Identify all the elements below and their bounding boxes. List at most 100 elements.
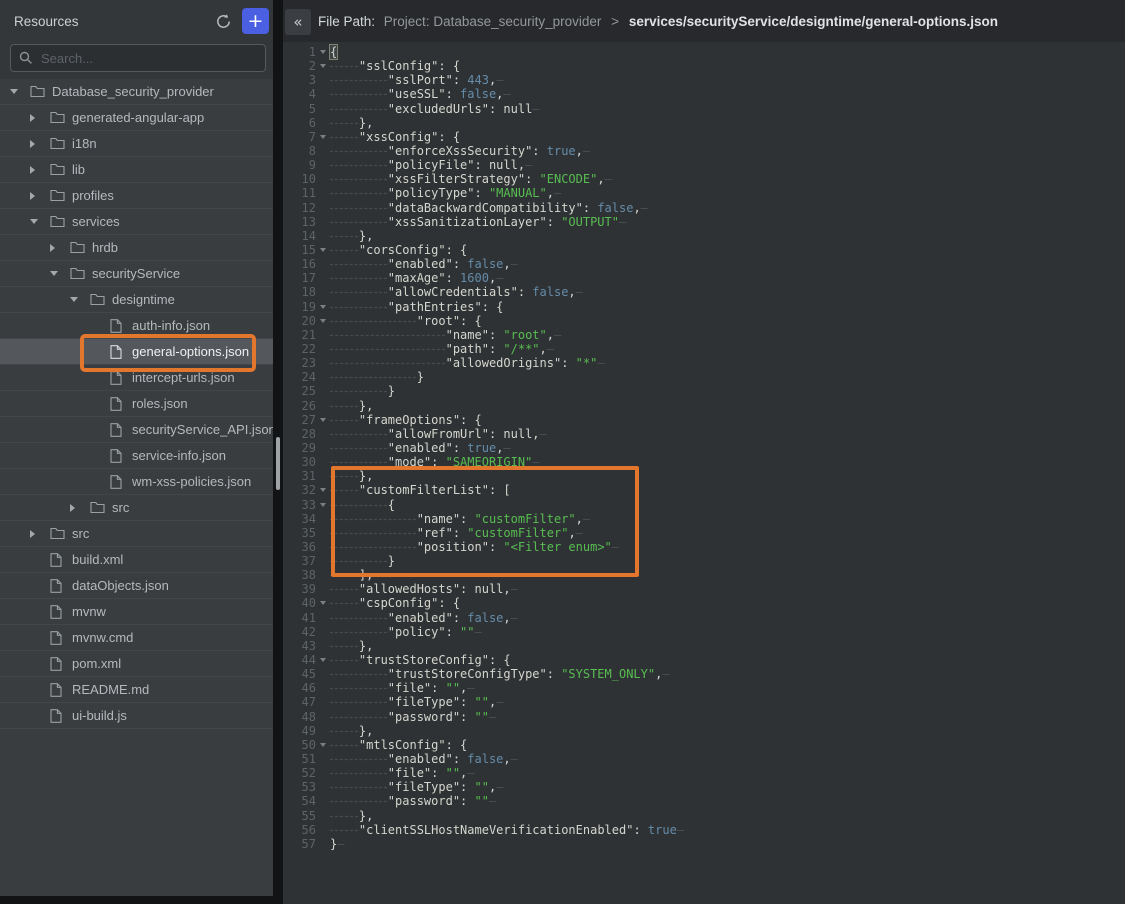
code-line[interactable]: "name": "root",–	[330, 328, 684, 342]
code-line[interactable]: {	[330, 498, 684, 512]
code-line[interactable]: "password": ""–	[330, 794, 684, 808]
chevron-right-icon[interactable]	[30, 192, 50, 200]
code-line[interactable]: "root": {	[330, 314, 684, 328]
code-line[interactable]: "allowFromUrl": null,–	[330, 427, 684, 441]
code-line[interactable]: "allowCredentials": false,–	[330, 285, 684, 299]
code-line[interactable]: "enabled": false,–	[330, 611, 684, 625]
code-line[interactable]: "policy": ""–	[330, 625, 684, 639]
code-line[interactable]: "xssConfig": {	[330, 130, 684, 144]
tree-item-src[interactable]: src	[0, 495, 273, 521]
chevron-right-icon[interactable]	[30, 114, 50, 122]
code-line[interactable]: "name": "customFilter",–	[330, 512, 684, 526]
code-line[interactable]: }	[330, 384, 684, 398]
tree-item-i18n[interactable]: i18n	[0, 131, 273, 157]
add-resource-button[interactable]: +	[242, 8, 269, 34]
chevron-right-icon[interactable]	[30, 140, 50, 148]
tree-item-profiles[interactable]: profiles	[0, 183, 273, 209]
tree-item-lib[interactable]: lib	[0, 157, 273, 183]
fold-toggle-icon[interactable]	[316, 243, 329, 257]
code-line[interactable]: "allowedHosts": null,–	[330, 582, 684, 596]
code-line[interactable]: "policyFile": null,–	[330, 158, 684, 172]
tree-item-services[interactable]: services	[0, 209, 273, 235]
code-line[interactable]: },	[330, 724, 684, 738]
fold-toggle-icon[interactable]	[316, 596, 329, 610]
tree-item-roles.json[interactable]: roles.json	[0, 391, 273, 417]
code-line[interactable]: },	[330, 469, 684, 483]
chevron-right-icon[interactable]	[30, 166, 50, 174]
code-line[interactable]: "fileType": "",–	[330, 780, 684, 794]
code-line[interactable]: "cspConfig": {	[330, 596, 684, 610]
code-line[interactable]: "clientSSLHostNameVerificationEnabled": …	[330, 823, 684, 837]
code-line[interactable]: "password": ""–	[330, 710, 684, 724]
code-line[interactable]: "xssSanitizationLayer": "OUTPUT"–	[330, 215, 684, 229]
code-editor[interactable]: 1234567891011121314151617181920212223242…	[283, 42, 1125, 904]
code-line[interactable]: "enforceXssSecurity": true,–	[330, 144, 684, 158]
code-line[interactable]: {	[330, 45, 684, 59]
tree-item-auth-info.json[interactable]: auth-info.json	[0, 313, 273, 339]
fold-toggle-icon[interactable]	[316, 498, 329, 512]
code-line[interactable]: "position": "<Filter enum>"–	[330, 540, 684, 554]
fold-toggle-icon[interactable]	[316, 738, 329, 752]
tree-item-mvnw.cmd[interactable]: mvnw.cmd	[0, 625, 273, 651]
chevron-down-icon[interactable]	[10, 89, 30, 94]
fold-toggle-icon[interactable]	[316, 59, 329, 73]
code-line[interactable]: "xssFilterStrategy": "ENCODE",–	[330, 172, 684, 186]
fold-toggle-icon[interactable]	[316, 130, 329, 144]
code-line[interactable]: },	[330, 399, 684, 413]
code-line[interactable]: "trustStoreConfigType": "SYSTEM_ONLY",–	[330, 667, 684, 681]
fold-toggle-icon[interactable]	[316, 45, 329, 59]
code-line[interactable]: "enabled": false,–	[330, 257, 684, 271]
code-line[interactable]: "sslPort": 443,–	[330, 73, 684, 87]
code-line[interactable]: },	[330, 229, 684, 243]
tree-item-src[interactable]: src	[0, 521, 273, 547]
code-line[interactable]: "enabled": false,–	[330, 752, 684, 766]
code-line[interactable]: },	[330, 639, 684, 653]
code-line[interactable]: "enabled": true,–	[330, 441, 684, 455]
code-line[interactable]: }	[330, 554, 684, 568]
code-line[interactable]: "dataBackwardCompatibility": false,–	[330, 201, 684, 215]
tree-item-service-info.json[interactable]: service-info.json	[0, 443, 273, 469]
scrollbar-thumb[interactable]	[276, 437, 280, 490]
code-line[interactable]: "ref": "customFilter",–	[330, 526, 684, 540]
code-line[interactable]: "frameOptions": {	[330, 413, 684, 427]
tree-item-designtime[interactable]: designtime	[0, 287, 273, 313]
code-line[interactable]: "mode": "SAMEORIGIN"–	[330, 455, 684, 469]
tree-item-mvnw[interactable]: mvnw	[0, 599, 273, 625]
fold-toggle-icon[interactable]	[316, 314, 329, 328]
collapse-panel-button[interactable]: «	[285, 9, 311, 35]
search-box[interactable]	[10, 44, 266, 72]
chevron-right-icon[interactable]	[30, 530, 50, 538]
tree-item-README.md[interactable]: README.md	[0, 677, 273, 703]
tree-item-wm-xss-policies.json[interactable]: wm-xss-policies.json	[0, 469, 273, 495]
tree-item-securityService[interactable]: securityService	[0, 261, 273, 287]
code-line[interactable]: "file": "",–	[330, 766, 684, 780]
tree-vertical-scrollbar[interactable]	[273, 0, 283, 904]
chevron-right-icon[interactable]	[70, 504, 90, 512]
tree-item-Database_security_provider[interactable]: Database_security_provider	[0, 79, 273, 105]
search-input[interactable]	[41, 51, 257, 66]
code-line[interactable]: "file": "",–	[330, 681, 684, 695]
code-line[interactable]: "allowedOrigins": "*"–	[330, 356, 684, 370]
code-line[interactable]: "mtlsConfig": {	[330, 738, 684, 752]
fold-toggle-icon[interactable]	[316, 653, 329, 667]
tree-item-intercept-urls.json[interactable]: intercept-urls.json	[0, 365, 273, 391]
tree-horizontal-scrollbar[interactable]	[0, 896, 273, 904]
code-line[interactable]: },	[330, 809, 684, 823]
code-line[interactable]: "policyType": "MANUAL",–	[330, 186, 684, 200]
chevron-down-icon[interactable]	[70, 297, 90, 302]
code-line[interactable]: "corsConfig": {	[330, 243, 684, 257]
code-line[interactable]: "excludedUrls": null–	[330, 102, 684, 116]
tree-item-pom.xml[interactable]: pom.xml	[0, 651, 273, 677]
code-line[interactable]: "trustStoreConfig": {	[330, 653, 684, 667]
code-line[interactable]: "fileType": "",–	[330, 695, 684, 709]
code-line[interactable]: "pathEntries": {	[330, 300, 684, 314]
tree-item-build.xml[interactable]: build.xml	[0, 547, 273, 573]
tree-item-securityService_API.json[interactable]: securityService_API.json	[0, 417, 273, 443]
fold-toggle-icon[interactable]	[316, 483, 329, 497]
tree-item-dataObjects.json[interactable]: dataObjects.json	[0, 573, 273, 599]
tree-item-general-options.json[interactable]: general-options.json	[0, 339, 273, 365]
code-line[interactable]: "useSSL": false,–	[330, 87, 684, 101]
fold-toggle-icon[interactable]	[316, 413, 329, 427]
code-line[interactable]: }	[330, 370, 684, 384]
code-line[interactable]: ],–	[330, 568, 684, 582]
